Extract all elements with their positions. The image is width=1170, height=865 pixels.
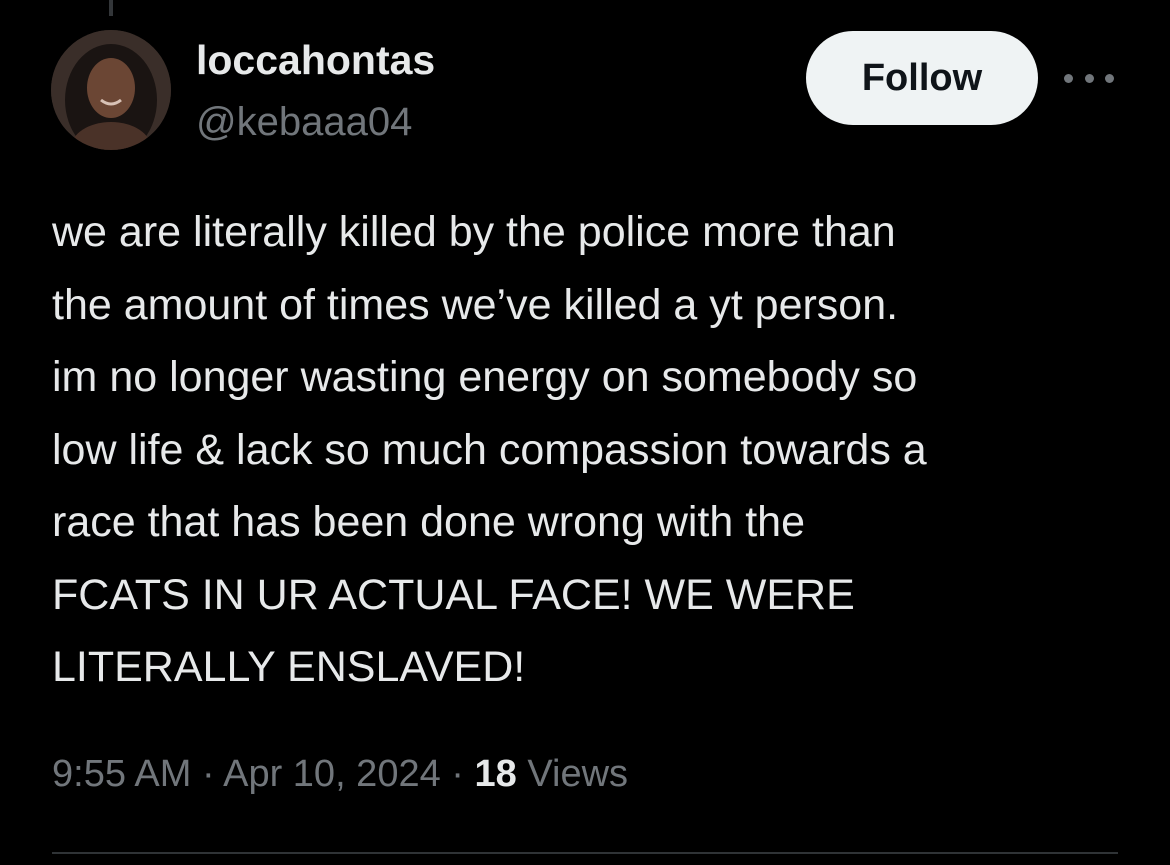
more-dot — [1064, 73, 1073, 83]
more-dot — [1084, 73, 1094, 83]
more-horizontal-icon[interactable] — [1064, 62, 1114, 94]
tweet-date[interactable]: Apr 10, 2024 — [223, 753, 441, 795]
author-handle[interactable]: @kebaaa04 — [196, 98, 412, 146]
profile-photo-icon — [51, 30, 171, 150]
tweet-meta: 9:55 AM · Apr 10, 2024 · 18 Views — [52, 746, 628, 802]
meta-separator: · — [191, 753, 224, 795]
views-label: Views — [516, 753, 629, 795]
divider — [52, 852, 1118, 854]
tweet-text: we are literally killed by the police mo… — [52, 196, 1152, 704]
avatar[interactable] — [51, 30, 171, 150]
tweet-text-line: race that has been done wrong with the — [52, 498, 806, 546]
meta-separator: · — [440, 753, 475, 795]
more-dot — [1105, 73, 1114, 83]
tweet-time[interactable]: 9:55 AM — [52, 753, 191, 795]
tweet-text-line: the amount of times we’ve killed a yt pe… — [52, 280, 899, 329]
tweet-text-line: FCATS IN UR ACTUAL FACE! WE WERE — [52, 570, 855, 619]
thread-connector-line — [109, 0, 113, 16]
tweet-text-line: LITERALLY ENSLAVED! — [52, 643, 526, 691]
views-count[interactable]: 18 — [475, 753, 517, 795]
follow-button[interactable]: Follow — [806, 31, 1038, 125]
tweet-text-line: we are literally killed by the police mo… — [52, 208, 896, 256]
author-display-name[interactable]: loccahontas — [196, 36, 435, 84]
tweet-text-line: low life & lack so much compassion towar… — [52, 425, 927, 474]
tweet-text-line: im no longer wasting energy on somebody … — [52, 353, 918, 401]
